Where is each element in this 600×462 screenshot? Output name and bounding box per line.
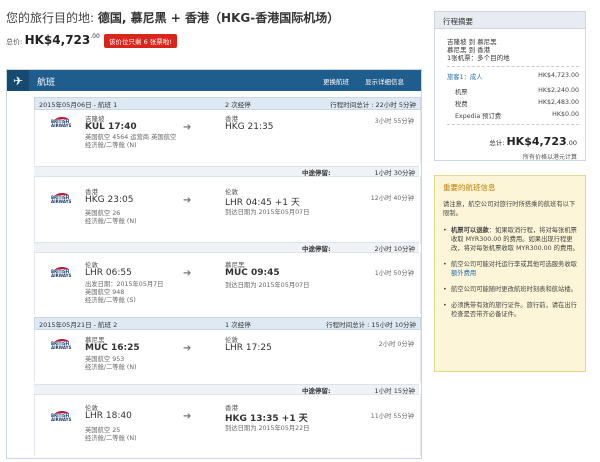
list-item: 机票可以退款：如果取消行程，将对每张机票收取 MYR300.00 的费用。如果出… xyxy=(443,226,581,253)
british-airways-logo: BRITISH AIRWAYS xyxy=(51,117,72,128)
british-airways-logo: BRITISH AIRWAYS xyxy=(51,339,72,350)
summary-total: 总计: HK$4,723.00 xyxy=(489,135,577,148)
flight-segment: BRITISH AIRWAYS 伦敦 LHR 18:40 英国航空 25 经济舱… xyxy=(34,394,421,456)
british-airways-logo: BRITISH AIRWAYS xyxy=(51,193,72,204)
page-title: 您的旅行目的地: 德国, 慕尼黑 + 香港（HKG-香港国际机场） xyxy=(6,11,340,25)
important-flight-info: 重要的航班信息 请注意，航空公司对旅行时所搭乘的航班有以下限制。 机票可以退款：… xyxy=(434,175,586,372)
trip-summary-title: 行程摘要 xyxy=(443,17,473,26)
trip-summary-box: 行程摘要 吉隆坡 到 慕尼黑 慕尼黑 到 香港 1张机票：多个目的地 旅客1：成… xyxy=(434,11,586,161)
british-airways-logo: BRITISH AIRWAYS xyxy=(51,267,72,278)
flight-segment: BRITISH AIRWAYS 慕尼黑 MUC 16:25 英国航空 953 经… xyxy=(34,330,421,382)
airplane-icon: ✈ xyxy=(7,70,29,91)
destination-text: 德国, 慕尼黑 + 香港（HKG-香港国际机场） xyxy=(97,11,340,25)
british-airways-logo: BRITISH AIRWAYS xyxy=(51,411,72,422)
route-header-2: 2015年05月21日 - 航班 2 1 次经停 行程时间总计 : 15小时 1… xyxy=(34,317,421,330)
arrow-right-icon: ➔ xyxy=(183,268,192,279)
flights-panel: ✈ 航班 更换航班 显示详细信息 2015年05月06日 - 航班 1 2 次经… xyxy=(6,69,422,459)
list-item: 航空公司可能随时更改航班时刻表和航站楼。 xyxy=(443,285,581,294)
flights-panel-header: ✈ 航班 更换航班 显示详细信息 xyxy=(7,70,421,91)
list-item: 必须携带有效的旅行证件。旅行前，请在出行检查是否带齐必备证件。 xyxy=(443,301,581,319)
segment-duration: 12小时 40分钟 xyxy=(370,195,414,202)
flight-segment: BRITISH AIRWAYS 吉隆坡 KUL 17:40 英国航空 4564 … xyxy=(34,110,421,164)
important-info-list: 机票可以退款：如果取消行程，将对每张机票收取 MYR300.00 的费用。如果出… xyxy=(443,226,581,326)
arrow-right-icon: ➔ xyxy=(183,343,192,354)
arrival-time: MUC 09:45 xyxy=(225,268,280,278)
flight-segment: BRITISH AIRWAYS 伦敦 LHR 06:55 出发日期：2015年0… xyxy=(34,252,421,314)
list-item: 航空公司可能对托运行李或其他可选服务收取额外费用 xyxy=(443,260,581,278)
segment-duration: 11小时 55分钟 xyxy=(370,413,414,420)
extra-fees-link[interactable]: 额外费用 xyxy=(451,270,476,277)
arrow-right-icon: ➔ xyxy=(183,122,192,133)
arrow-right-icon: ➔ xyxy=(183,195,192,206)
total-price: 总价: HK$4,723.00 xyxy=(6,33,100,47)
departure-time: LHR 06:55 xyxy=(85,268,132,278)
departure-time: MUC 16:25 xyxy=(85,343,140,353)
change-flight-link[interactable]: 更换航班 xyxy=(323,76,349,86)
segment-duration: 2小时 0分钟 xyxy=(378,341,414,348)
departure-time: HKG 23:05 xyxy=(85,195,134,205)
departure-time: KUL 17:40 xyxy=(85,122,137,132)
flights-panel-title: 航班 xyxy=(37,78,56,88)
tickets-left-badge: 该价位只剩 6 张票啦! xyxy=(104,34,177,48)
segment-duration: 3小时 55分钟 xyxy=(374,118,414,125)
flight-segment: BRITISH AIRWAYS 香港 HKG 23:05 英国航空 26 经济舱… xyxy=(34,176,421,244)
arrow-right-icon: ➔ xyxy=(183,411,192,422)
departure-time: LHR 18:40 xyxy=(85,411,132,421)
arrival-time: HKG 21:35 xyxy=(225,122,274,132)
route-header-1: 2015年05月06日 - 航班 1 2 次经停 行程时间总计 : 22小时 5… xyxy=(34,97,421,110)
arrival-time: LHR 17:25 xyxy=(225,343,272,353)
traveler-row[interactable]: 旅客1：成人 HK$4,723.00 xyxy=(447,72,579,81)
show-details-link[interactable]: 显示详细信息 xyxy=(365,76,404,86)
important-info-title: 重要的航班信息 xyxy=(443,183,496,192)
segment-duration: 1小时 50分钟 xyxy=(374,270,414,277)
